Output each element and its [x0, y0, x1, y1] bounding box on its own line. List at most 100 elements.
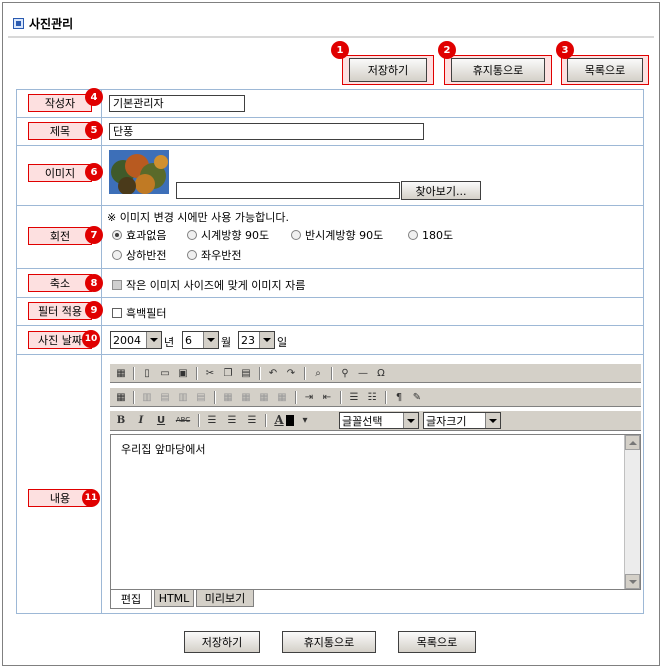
new-doc-icon[interactable]: ▯ [140, 367, 154, 380]
year-unit: 년 [164, 336, 175, 349]
month-select[interactable]: 6 [182, 331, 219, 349]
rotate-option-cw90[interactable]: 시계방향 90도 [187, 227, 269, 243]
badge-1: 1 [331, 41, 349, 59]
row-author: 작성자 기본관리자 [17, 90, 643, 118]
chevron-down-icon [259, 332, 274, 348]
chevron-down-icon [203, 332, 218, 348]
day-select[interactable]: 23 [238, 331, 275, 349]
table-props-icon[interactable]: ▦ [275, 391, 289, 404]
editor-toolbar-3: B I U ABC ☰ ☰ ☰ A ▾ 글꼴선택 글자크기 [110, 410, 641, 431]
tab-edit[interactable]: 편집 [110, 590, 152, 609]
save-button-top[interactable]: 저장하기 [349, 58, 427, 82]
outdent-icon[interactable]: ⇤ [320, 391, 334, 404]
insert-row-icon[interactable]: ▤ [158, 391, 172, 404]
grayscale-filter-checkbox[interactable]: 흑백필터 [112, 305, 166, 321]
go-to-list-button-top[interactable]: 목록으로 [567, 58, 643, 82]
tab-preview[interactable]: 미리보기 [196, 590, 254, 607]
special-char-icon[interactable]: Ω [374, 367, 388, 380]
insert-column-icon[interactable]: ▥ [140, 391, 154, 404]
font-family-select[interactable]: 글꼴선택 [339, 412, 419, 429]
row-shrink: 축소 작은 이미지 사이즈에 맞게 이미지 자름 [17, 269, 643, 298]
row-rotate: 회전 ※ 이미지 변경 시에만 사용 가능합니다. 효과없음 시계방향 90도 … [17, 206, 643, 269]
indent-icon[interactable]: ⇥ [302, 391, 316, 404]
title-divider [8, 36, 654, 38]
font-size-select[interactable]: 글자크기 [423, 412, 501, 429]
chevron-down-icon [485, 413, 500, 428]
color-dropdown-icon[interactable]: ▾ [298, 414, 312, 427]
photo-manage-icon [13, 18, 24, 29]
font-color-icon[interactable]: A [272, 414, 286, 427]
align-left-icon[interactable]: ☰ [205, 414, 219, 427]
paste-icon[interactable]: ▤ [239, 367, 253, 380]
editor-body-text: 우리집 앞마당에서 [121, 443, 206, 456]
badge-11: 11 [82, 489, 100, 507]
save-button-bottom[interactable]: 저장하기 [184, 631, 260, 653]
editor-scrollbar[interactable] [624, 435, 640, 589]
page-title: 사진관리 [29, 17, 74, 31]
rotate-label: 회전 [28, 227, 92, 245]
badge-8: 8 [85, 274, 103, 292]
undo-icon[interactable]: ↶ [266, 367, 280, 380]
find-icon[interactable]: ⌕ [311, 367, 325, 380]
move-to-trash-button-bottom[interactable]: 휴지통으로 [282, 631, 376, 653]
badge-6: 6 [85, 163, 103, 181]
copy-icon[interactable]: ❐ [221, 367, 235, 380]
editor-toolbar-1: ▦ ▯ ▭ ▣ ✂ ❐ ▤ ↶ ↷ ⌕ ⚲ — Ω [110, 363, 641, 383]
source-icon[interactable]: ▦ [114, 367, 128, 380]
badge-10: 10 [82, 330, 100, 348]
badge-4: 4 [85, 88, 103, 106]
color-swatch-icon[interactable] [286, 415, 294, 426]
shrink-label: 축소 [28, 274, 92, 292]
scroll-down-icon[interactable] [625, 574, 640, 589]
merge-cells-icon[interactable]: ▦ [221, 391, 235, 404]
scroll-up-icon[interactable] [625, 435, 640, 450]
badge-3: 3 [556, 41, 574, 59]
ordered-list-icon[interactable]: ☰ [347, 391, 361, 404]
image-file-input[interactable] [176, 182, 400, 199]
delete-column-icon[interactable]: ▥ [176, 391, 190, 404]
badge-9: 9 [85, 301, 103, 319]
row-image: 이미지 찾아보기... [17, 146, 643, 206]
subject-label: 제목 [28, 122, 92, 140]
rotate-option-180[interactable]: 180도 [408, 227, 453, 243]
year-select[interactable]: 2004 [110, 331, 162, 349]
go-to-list-button-bottom[interactable]: 목록으로 [398, 631, 476, 653]
align-center-icon[interactable]: ☰ [225, 414, 239, 427]
split-cells-icon[interactable]: ▦ [239, 391, 253, 404]
horizontal-rule-icon[interactable]: — [356, 367, 370, 380]
cell-props-icon[interactable]: ▦ [257, 391, 271, 404]
link-icon[interactable]: ⚲ [338, 367, 352, 380]
delete-row-icon[interactable]: ▤ [194, 391, 208, 404]
photo-thumbnail [109, 150, 169, 194]
browse-button[interactable]: 찾아보기... [401, 181, 481, 200]
move-to-trash-button-top[interactable]: 휴지통으로 [451, 58, 545, 82]
subject-input[interactable]: 단풍 [109, 123, 424, 140]
content-editor[interactable]: 우리집 앞마당에서 [110, 434, 641, 590]
rotate-option-ccw90[interactable]: 반시계방향 90도 [291, 227, 383, 243]
tab-html[interactable]: HTML [154, 590, 194, 607]
editor-toolbar-2: ▦ ▥ ▤ ▥ ▤ ▦ ▦ ▦ ▦ ⇥ ⇤ ☰ ☷ ¶ ✎ [110, 387, 641, 407]
image-label: 이미지 [28, 164, 92, 182]
align-right-icon[interactable]: ☰ [245, 414, 259, 427]
italic-icon[interactable]: I [134, 414, 148, 427]
shrink-checkbox[interactable]: 작은 이미지 사이즈에 맞게 이미지 자름 [112, 277, 305, 293]
row-date: 사진 날짜 2004 년 6 월 23 일 [17, 326, 643, 355]
paragraph-mark-icon[interactable]: ¶ [392, 391, 406, 404]
unordered-list-icon[interactable]: ☷ [365, 391, 379, 404]
underline-icon[interactable]: U [154, 414, 168, 427]
save-disk-icon[interactable]: ▣ [176, 367, 190, 380]
badge-7: 7 [85, 226, 103, 244]
bold-icon[interactable]: B [114, 414, 128, 427]
redo-icon[interactable]: ↷ [284, 367, 298, 380]
row-filter: 필터 적용 흑백필터 [17, 298, 643, 326]
author-input[interactable]: 기본관리자 [109, 95, 245, 112]
clear-format-icon[interactable]: ✎ [410, 391, 424, 404]
rotate-option-none[interactable]: 효과없음 [112, 227, 166, 243]
open-folder-icon[interactable]: ▭ [158, 367, 172, 380]
rotate-option-flip-horizontal[interactable]: 좌우반전 [187, 247, 241, 263]
table-icon[interactable]: ▦ [114, 391, 128, 404]
strikethrough-icon[interactable]: ABC [174, 414, 192, 427]
rotate-option-flip-vertical[interactable]: 상하반전 [112, 247, 166, 263]
cut-icon[interactable]: ✂ [203, 367, 217, 380]
chevron-down-icon [403, 413, 418, 428]
